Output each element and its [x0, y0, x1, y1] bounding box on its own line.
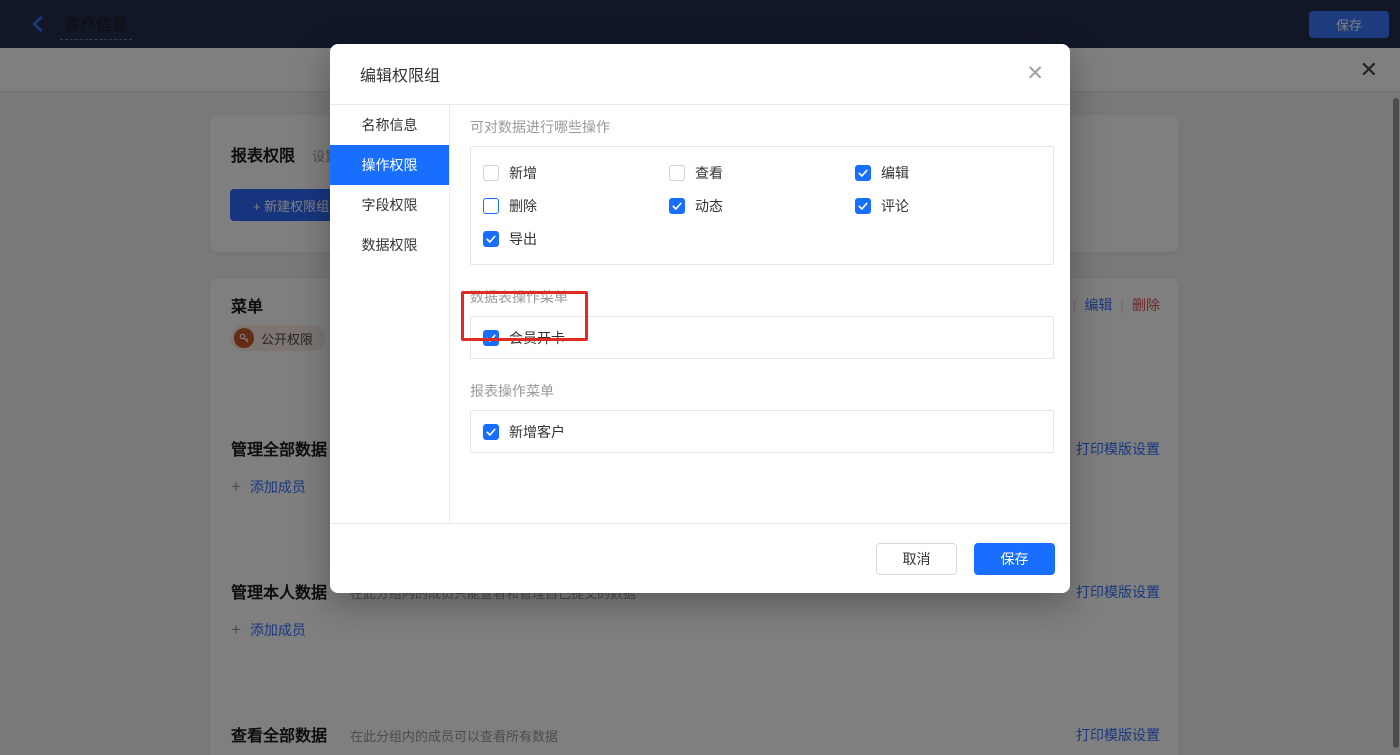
- checkbox-label: 删除: [509, 197, 537, 214]
- checkbox-icon[interactable]: [669, 197, 685, 214]
- edit-permission-group-modal: 编辑权限组 ✕ 名称信息 操作权限 字段权限 数据权限 可对数据进行哪些操作 新…: [330, 44, 1070, 593]
- tab-name-info[interactable]: 名称信息: [330, 105, 449, 145]
- checkbox-delete[interactable]: 删除: [483, 196, 669, 216]
- checkbox-label: 评论: [881, 197, 909, 214]
- checkbox-export[interactable]: 导出: [483, 229, 669, 249]
- checkbox-icon[interactable]: [483, 230, 499, 247]
- table-menu-checkbox-group: 会员开卡: [470, 316, 1054, 359]
- checkbox-activity[interactable]: 动态: [669, 196, 855, 216]
- checkbox-icon[interactable]: [483, 164, 499, 181]
- checkbox-label: 编辑: [881, 164, 909, 181]
- modal-title: 编辑权限组: [360, 68, 441, 85]
- cancel-button[interactable]: 取消: [876, 542, 957, 575]
- tab-operation-permission[interactable]: 操作权限: [330, 145, 449, 185]
- checkbox-create[interactable]: 新增: [483, 163, 669, 183]
- report-menu-checkbox-group: 新增客户: [470, 410, 1054, 453]
- modal-sidebar: 名称信息 操作权限 字段权限 数据权限: [330, 105, 450, 523]
- checkbox-icon[interactable]: [483, 329, 499, 346]
- screen: 客户信息 保存 ✕ 报表权限 设置成员对报表的操作权限 + 新建权限组 菜单 公…: [0, 0, 1400, 755]
- checkbox-view[interactable]: 查看: [669, 163, 855, 183]
- tab-data-permission[interactable]: 数据权限: [330, 225, 449, 265]
- checkbox-label: 查看: [695, 164, 723, 181]
- checkbox-new-customer[interactable]: 新增客户: [483, 422, 565, 442]
- checkbox-icon[interactable]: [855, 197, 871, 214]
- checkbox-icon[interactable]: [669, 164, 685, 181]
- modal-footer: 取消 保存: [330, 523, 1070, 593]
- checkbox-label: 动态: [695, 197, 723, 214]
- table-menu-section-label: 数据表操作菜单: [470, 289, 568, 305]
- modal-header: 编辑权限组 ✕: [330, 44, 1070, 105]
- checkbox-label: 导出: [509, 230, 537, 247]
- modal-close-icon[interactable]: ✕: [1026, 62, 1044, 86]
- checkbox-member-card[interactable]: 会员开卡: [483, 328, 565, 348]
- checkbox-icon[interactable]: [855, 164, 871, 181]
- save-button[interactable]: 保存: [974, 542, 1055, 575]
- tab-field-permission[interactable]: 字段权限: [330, 185, 449, 225]
- checkbox-comment[interactable]: 评论: [855, 196, 1041, 216]
- operations-checkbox-group: 新增 查看 编辑 删除 动态 评论 导出: [470, 146, 1054, 265]
- modal-main-panel: 可对数据进行哪些操作 新增 查看 编辑 删除 动态 评论 导出 数据表操作菜单 …: [450, 105, 1074, 523]
- checkbox-icon[interactable]: [483, 197, 499, 214]
- checkbox-label: 会员开卡: [509, 329, 565, 346]
- checkbox-edit[interactable]: 编辑: [855, 163, 1041, 183]
- report-menu-section-label: 报表操作菜单: [470, 383, 554, 399]
- operations-section-label: 可对数据进行哪些操作: [470, 119, 610, 135]
- checkbox-label: 新增: [509, 164, 537, 181]
- checkbox-icon[interactable]: [483, 423, 499, 440]
- modal-body: 名称信息 操作权限 字段权限 数据权限 可对数据进行哪些操作 新增 查看 编辑 …: [330, 105, 1070, 523]
- checkbox-label: 新增客户: [509, 423, 565, 440]
